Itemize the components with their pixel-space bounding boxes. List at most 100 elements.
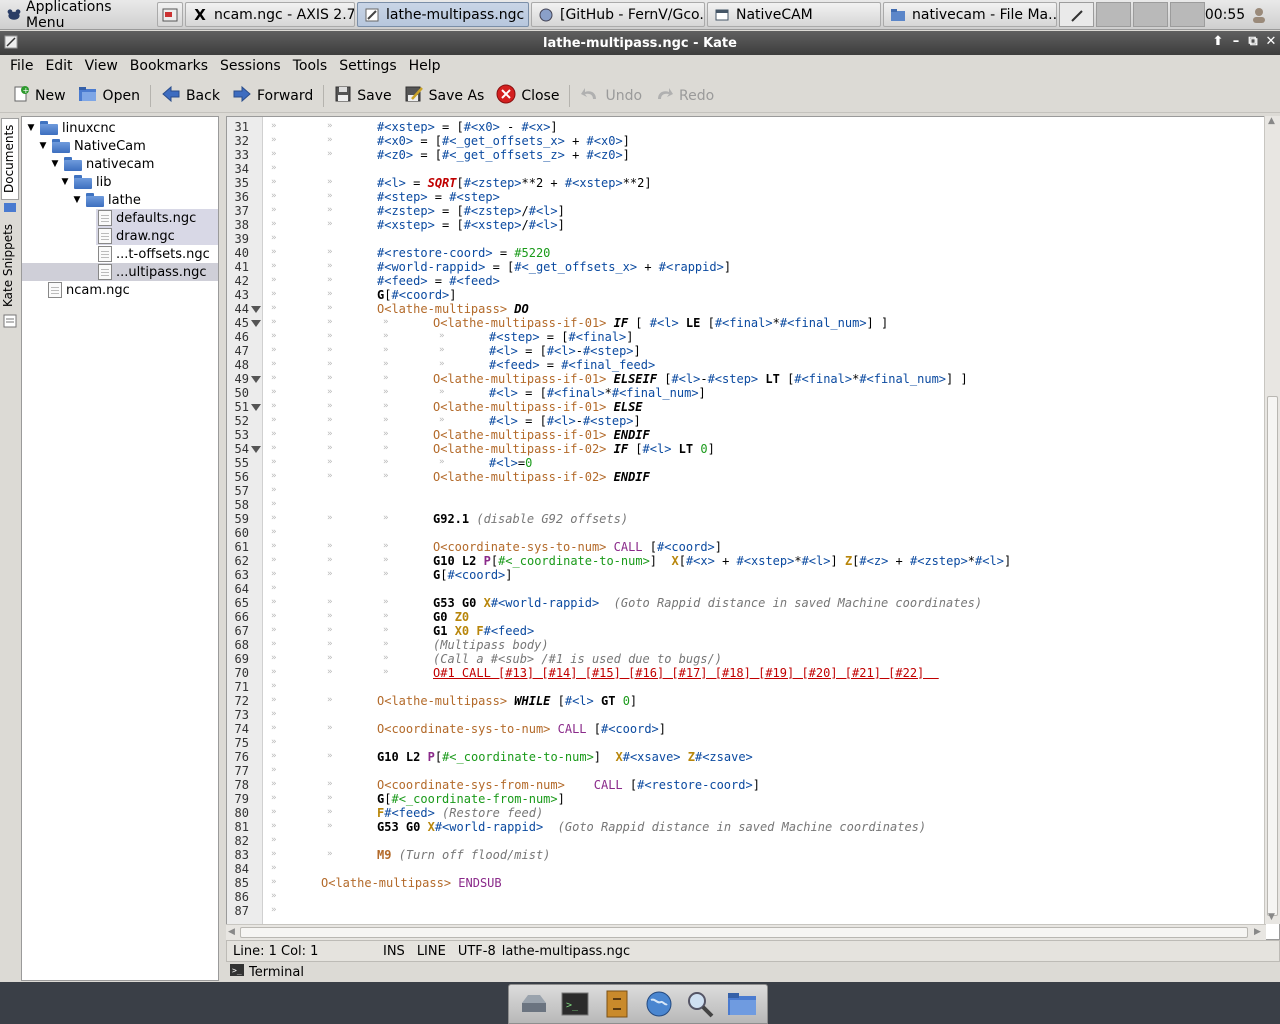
code-line[interactable]: #<l>=0	[489, 456, 532, 470]
menu-help[interactable]: Help	[403, 58, 447, 74]
window-titlebar[interactable]: lathe-multipass.ngc - Kate ⬆ – ⧉ ✕	[0, 31, 1280, 55]
fold-toggle-icon[interactable]	[251, 376, 261, 383]
horizontal-scrollbar[interactable]: ◀ ▶	[226, 924, 1266, 940]
code-line[interactable]: G[#<coord>]	[433, 568, 513, 582]
code-line[interactable]: #<xstep> = [#<x0> - #<x>]	[377, 120, 558, 134]
task-kate[interactable]: lathe-multipass.ngc ...	[357, 2, 529, 27]
minimize-icon[interactable]: –	[1228, 34, 1244, 49]
task-axis[interactable]: X ncam.ngc - AXIS 2.7...	[185, 2, 355, 27]
encoding[interactable]: UTF-8	[452, 944, 502, 959]
code-line[interactable]: #<l> = [#<l>-#<step>]	[489, 414, 641, 428]
tree-file-offsets[interactable]: ...t-offsets.ngc	[98, 245, 210, 263]
workspace-3[interactable]	[1133, 2, 1168, 27]
code-line[interactable]: O<lathe-multipass> DO	[377, 302, 529, 316]
tree-folder-nativecam-root[interactable]: ▼ NativeCam	[38, 137, 146, 155]
code-line[interactable]: O<lathe-multipass-if-02> ENDIF	[433, 470, 650, 484]
globe-icon[interactable]	[644, 989, 674, 1019]
drive-icon[interactable]	[519, 989, 549, 1019]
code-line[interactable]: #<feed> = #<final_feed>	[489, 358, 655, 372]
code-line[interactable]: G53 G0 X#<world-rappid> (Goto Rappid dis…	[433, 596, 982, 610]
insert-mode[interactable]: INS	[377, 944, 411, 959]
code-line[interactable]: G10 L2 P[#<_coordinate-to-num>] X#<xsave…	[377, 750, 753, 764]
code-line[interactable]: F#<feed> (Restore feed)	[377, 806, 543, 820]
menu-file[interactable]: File	[4, 58, 39, 74]
save-button[interactable]: Save	[328, 82, 397, 110]
code-line[interactable]: #<z0> = [#<_get_offsets_z> + #<z0>]	[377, 148, 630, 162]
menu-bookmarks[interactable]: Bookmarks	[124, 58, 214, 74]
workspace-4[interactable]	[1170, 2, 1205, 27]
tree-folder-lib[interactable]: ▼ lib	[60, 173, 112, 191]
tree-file-draw[interactable]: draw.ngc	[96, 227, 218, 245]
code-line[interactable]: O<coordinate-sys-to-num> CALL [#<coord>]	[377, 722, 666, 736]
tree-folder-nativecam[interactable]: ▼ nativecam	[50, 155, 155, 173]
collapse-arrow-icon[interactable]: ▼	[50, 159, 60, 169]
code-line[interactable]: #<l> = [#<final>*#<final_num>]	[489, 386, 706, 400]
scroll-down-arrow-icon[interactable]: ▼	[1268, 912, 1275, 922]
terminal-icon[interactable]: >_	[560, 989, 590, 1019]
menu-settings[interactable]: Settings	[333, 58, 402, 74]
collapse-arrow-icon[interactable]: ▼	[26, 123, 36, 133]
clock[interactable]: 00:55	[1205, 0, 1245, 29]
code-line[interactable]: #<xstep> = [#<xstep>/#<l>]	[377, 218, 565, 232]
code-line[interactable]: #<step> = [#<final>]	[489, 330, 634, 344]
horizontal-scroll-thumb[interactable]	[240, 927, 1248, 938]
scroll-left-arrow-icon[interactable]: ◀	[228, 927, 235, 937]
menu-view[interactable]: View	[79, 58, 124, 74]
task-browser[interactable]: [GitHub - FernV/Gco...	[531, 2, 705, 27]
code-line[interactable]: G92.1 (disable G92 offsets)	[433, 512, 628, 526]
tree-file-multipass[interactable]: ...ultipass.ngc	[22, 263, 218, 281]
task-file-manager[interactable]: nativecam - File Ma...	[883, 2, 1057, 27]
code-line[interactable]: G[#<_coordinate-from-num>]	[377, 792, 565, 806]
new-button[interactable]: + New	[6, 82, 72, 110]
close-window-icon[interactable]: ✕	[1263, 34, 1279, 49]
code-line[interactable]: O<lathe-multipass-if-01> ELSE	[433, 400, 643, 414]
undo-button[interactable]: Undo	[574, 82, 648, 110]
code-line[interactable]: M9 (Turn off flood/mist)	[377, 848, 550, 862]
code-line[interactable]: G0 Z0	[433, 610, 469, 624]
tree-file-ncam[interactable]: ncam.ngc	[48, 281, 130, 299]
code-line[interactable]: O<coordinate-sys-from-num> CALL [#<resto…	[377, 778, 760, 792]
vertical-scroll-thumb[interactable]	[1267, 396, 1278, 916]
code-line[interactable]: O<lathe-multipass-if-01> IF [ #<l> LE [#…	[433, 316, 888, 330]
code-line[interactable]: G[#<coord>]	[377, 288, 457, 302]
selection-mode[interactable]: LINE	[411, 944, 452, 959]
code-line[interactable]: (Call a #<sub> /#1 is used due to bugs/)	[433, 652, 722, 666]
code-line[interactable]: O<lathe-multipass> WHILE [#<l> GT 0]	[377, 694, 637, 708]
window-menu-icon[interactable]	[4, 35, 18, 53]
magnifier-icon[interactable]	[685, 989, 715, 1019]
code-line[interactable]: O<lathe-multipass-if-01> ELSEIF [#<l>-#<…	[433, 372, 968, 386]
maximize-icon[interactable]: ⧉	[1245, 34, 1261, 49]
fold-toggle-icon[interactable]	[251, 306, 261, 313]
code-area[interactable]: »» #<xstep> = [#<x0> - #<x>]»» #<x0> = [#<…	[265, 117, 1265, 939]
code-line[interactable]: G53 G0 X#<world-rappid> (Goto Rappid dis…	[377, 820, 926, 834]
open-button[interactable]: Open	[72, 82, 146, 110]
code-line[interactable]: #<world-rappid> = [#<_get_offsets_x> + #…	[377, 260, 731, 274]
collapse-arrow-icon[interactable]: ▼	[72, 195, 82, 205]
forward-button[interactable]: Forward	[226, 82, 319, 110]
code-line[interactable]: #<zstep> = [#<zstep>/#<l>]	[377, 204, 565, 218]
code-line[interactable]: G1 X0 F#<feed>	[433, 624, 534, 638]
code-line[interactable]: #<restore-coord> = #5220	[377, 246, 550, 260]
code-line[interactable]: #<feed> = #<feed>	[377, 274, 500, 288]
kate-snippets-tab[interactable]: Kate Snippets	[1, 218, 19, 312]
folder-icon[interactable]	[727, 989, 757, 1019]
terminal-panel-tab[interactable]: >_ Terminal	[226, 962, 1280, 982]
code-line[interactable]: #<step> = #<step>	[377, 190, 500, 204]
code-line[interactable]: #<l> = SQRT[#<zstep>**2 + #<xstep>**2]	[377, 176, 652, 190]
code-line[interactable]: #<l> = [#<l>-#<step>]	[489, 344, 641, 358]
code-line[interactable]: #<x0> = [#<_get_offsets_x> + #<x0>]	[377, 134, 630, 148]
applications-menu-button[interactable]: Applications Menu	[0, 0, 156, 31]
close-button[interactable]: Close	[490, 82, 565, 110]
scroll-right-arrow-icon[interactable]: ▶	[1254, 927, 1261, 937]
code-editor[interactable]: 31 32 33 34 35 36 37 38 39 40 41 42 43 44 45 46 47 48 49 50…	[226, 116, 1280, 940]
vertical-scrollbar[interactable]: ▲ ▼	[1264, 116, 1280, 924]
code-line[interactable]: G10 L2 P[#<_coordinate-to-num>] X[#<x> +…	[433, 554, 1011, 568]
tree-folder-lathe[interactable]: ▼ lathe	[72, 191, 141, 209]
save-as-button[interactable]: Save As	[398, 82, 491, 110]
fold-toggle-icon[interactable]	[251, 320, 261, 327]
workspace-2[interactable]	[1096, 2, 1131, 27]
code-line[interactable]: O<lathe-multipass> ENDSUB	[321, 876, 502, 890]
scroll-up-arrow-icon[interactable]: ▲	[1268, 116, 1275, 126]
task-nativecam[interactable]: NativeCAM	[707, 2, 881, 27]
code-line[interactable]: (Multipass body)	[433, 638, 549, 652]
